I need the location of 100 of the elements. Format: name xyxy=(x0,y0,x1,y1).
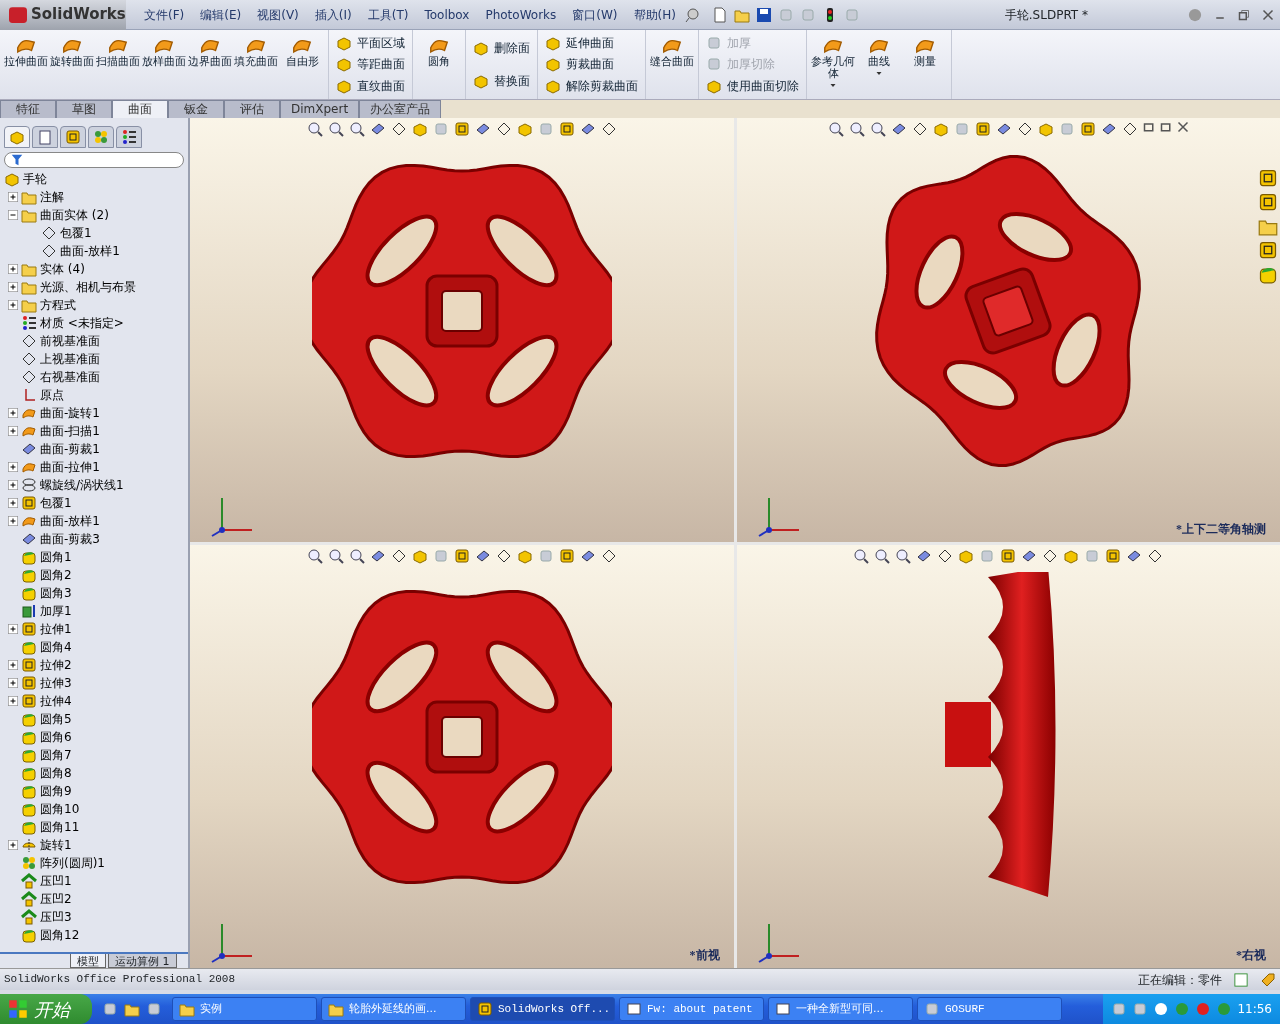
taskbar-button[interactable]: 轮胎外延线的画... xyxy=(321,997,466,1021)
ribbon-button[interactable]: 测量 xyxy=(902,32,948,97)
tree-item[interactable]: 包覆1 xyxy=(4,494,188,512)
tree-item[interactable]: 压凹3 xyxy=(4,908,188,926)
tree-item[interactable]: 曲面实体 (2) xyxy=(4,206,188,224)
folder-icon[interactable] xyxy=(124,1001,140,1017)
view-tool-icon[interactable] xyxy=(937,547,954,564)
ribbon-button[interactable]: 放样曲面 xyxy=(141,32,187,97)
tree-item[interactable]: 圆角6 xyxy=(4,728,188,746)
view-tool-icon[interactable] xyxy=(890,121,907,137)
zoom-icon[interactable] xyxy=(348,121,365,137)
ribbon-button[interactable]: 剪裁曲面 xyxy=(541,54,642,75)
taskbar-button[interactable]: Fw: about patent xyxy=(619,997,764,1021)
start-button[interactable]: 开始 xyxy=(0,994,92,1024)
tree-item[interactable]: 曲面-放样1 xyxy=(4,512,188,530)
ribbon-button[interactable]: 扫描曲面 xyxy=(95,32,141,97)
restore-icon[interactable] xyxy=(1238,8,1250,21)
ribbon-button[interactable]: 填充曲面 xyxy=(233,32,279,97)
menu-item[interactable]: 编辑(E) xyxy=(192,5,250,24)
zoom-icon[interactable] xyxy=(848,121,865,137)
save-icon[interactable] xyxy=(755,6,772,23)
view-tool-icon[interactable] xyxy=(474,121,491,137)
tab[interactable]: 评估 xyxy=(224,100,280,118)
tree-item[interactable]: 压凹2 xyxy=(4,890,188,908)
zoom-icon[interactable] xyxy=(327,547,344,564)
tree-item[interactable]: 方程式 xyxy=(4,296,188,314)
ribbon-button[interactable]: 延伸曲面 xyxy=(541,32,642,53)
expand-icon[interactable] xyxy=(8,660,18,670)
expand-icon[interactable] xyxy=(8,840,18,850)
taskbar-button[interactable]: GOSURF xyxy=(917,997,1062,1021)
tree-item[interactable]: 右视基准面 xyxy=(4,368,188,386)
zoom-icon[interactable] xyxy=(327,121,344,137)
tree-item[interactable]: 圆角7 xyxy=(4,746,188,764)
ribbon-button[interactable]: 旋转曲面 xyxy=(49,32,95,97)
expand-icon[interactable] xyxy=(8,192,18,202)
tree-item[interactable]: 曲面-扫描1 xyxy=(4,422,188,440)
ribbon-button[interactable]: 删除面 xyxy=(469,38,534,59)
tree-item[interactable]: 拉伸3 xyxy=(4,674,188,692)
tree-item[interactable]: 曲面-剪裁1 xyxy=(4,440,188,458)
taskbar-button[interactable]: SolidWorks Off... xyxy=(470,997,615,1021)
zoom-icon[interactable] xyxy=(306,121,323,137)
tree-item[interactable]: 曲面-旋转1 xyxy=(4,404,188,422)
menu-item[interactable]: 视图(V) xyxy=(249,5,307,24)
ribbon-button[interactable]: 使用曲面切除 xyxy=(702,76,803,97)
view-tool-icon[interactable] xyxy=(1121,121,1138,137)
view-tool-icon[interactable] xyxy=(995,121,1012,137)
ribbon-button[interactable]: 平面区域 xyxy=(332,32,409,53)
tree-item[interactable]: 光源、相机与布景 xyxy=(4,278,188,296)
zoom-icon[interactable] xyxy=(348,547,365,564)
expand-icon[interactable] xyxy=(8,480,18,490)
collapse-icon[interactable] xyxy=(8,210,18,220)
tree-item[interactable]: 拉伸4 xyxy=(4,692,188,710)
tree-item[interactable]: 圆角12 xyxy=(4,926,188,944)
tree-item[interactable]: 包覆1 xyxy=(4,224,188,242)
menu-item[interactable]: 文件(F) xyxy=(136,5,193,24)
tree-item[interactable]: 圆角11 xyxy=(4,818,188,836)
view-tool-icon[interactable] xyxy=(390,547,407,564)
tree-item[interactable]: 上视基准面 xyxy=(4,350,188,368)
tree-item[interactable]: 圆角9 xyxy=(4,782,188,800)
tree-item[interactable]: 压凹1 xyxy=(4,872,188,890)
ribbon-button[interactable]: 自由形 xyxy=(279,32,325,97)
tree-item[interactable]: 曲面-拉伸1 xyxy=(4,458,188,476)
tree-item[interactable]: 手轮 xyxy=(4,170,188,188)
ribbon-button[interactable]: 参考几何体 xyxy=(810,32,856,97)
view-tool-icon[interactable] xyxy=(495,121,512,137)
ribbon-button[interactable]: 圆角 xyxy=(416,32,462,97)
view-tool-icon[interactable] xyxy=(600,547,617,564)
view-tool-icon[interactable] xyxy=(1147,547,1164,564)
tree-item[interactable]: 圆角3 xyxy=(4,584,188,602)
tree-item[interactable]: 圆角4 xyxy=(4,638,188,656)
close-icon[interactable] xyxy=(1176,121,1189,133)
tab[interactable]: 办公室产品 xyxy=(359,100,442,118)
ribbon-button[interactable]: 拉伸曲面 xyxy=(3,32,49,97)
tree-item[interactable]: 旋转1 xyxy=(4,836,188,854)
expand-icon[interactable] xyxy=(8,462,18,472)
tab[interactable]: 特征 xyxy=(0,100,56,118)
tree-item[interactable]: 注解 xyxy=(4,188,188,206)
tree-item[interactable]: 实体 (4) xyxy=(4,260,188,278)
expand-icon[interactable] xyxy=(8,696,18,706)
expand-icon[interactable] xyxy=(8,678,18,688)
zoom-icon[interactable] xyxy=(869,121,886,137)
ribbon-button[interactable]: 解除剪裁曲面 xyxy=(541,76,642,97)
tab[interactable]: 曲面 xyxy=(112,100,168,118)
tag-icon[interactable] xyxy=(1260,971,1276,988)
ribbon-button[interactable]: 缝合曲面 xyxy=(649,32,695,97)
expand-icon[interactable] xyxy=(8,300,18,310)
tree-item[interactable]: 圆角5 xyxy=(4,710,188,728)
tab[interactable]: 运动算例 1 xyxy=(108,954,177,968)
view-tool-icon[interactable] xyxy=(495,547,512,564)
tab[interactable]: DimXpert xyxy=(280,100,360,118)
tree-item[interactable]: 曲面-剪裁3 xyxy=(4,530,188,548)
new-document-icon[interactable] xyxy=(711,6,728,23)
expand-icon[interactable] xyxy=(8,426,18,436)
ribbon-button[interactable]: 边界曲面 xyxy=(187,32,233,97)
expand-icon[interactable] xyxy=(8,408,18,418)
minimize-icon[interactable] xyxy=(1142,121,1155,133)
view-tool-icon[interactable] xyxy=(1100,121,1117,137)
menu-item[interactable]: PhotoWorks xyxy=(477,5,565,24)
zoom-icon[interactable] xyxy=(827,121,844,137)
ribbon-button[interactable]: 曲线 xyxy=(856,32,902,97)
